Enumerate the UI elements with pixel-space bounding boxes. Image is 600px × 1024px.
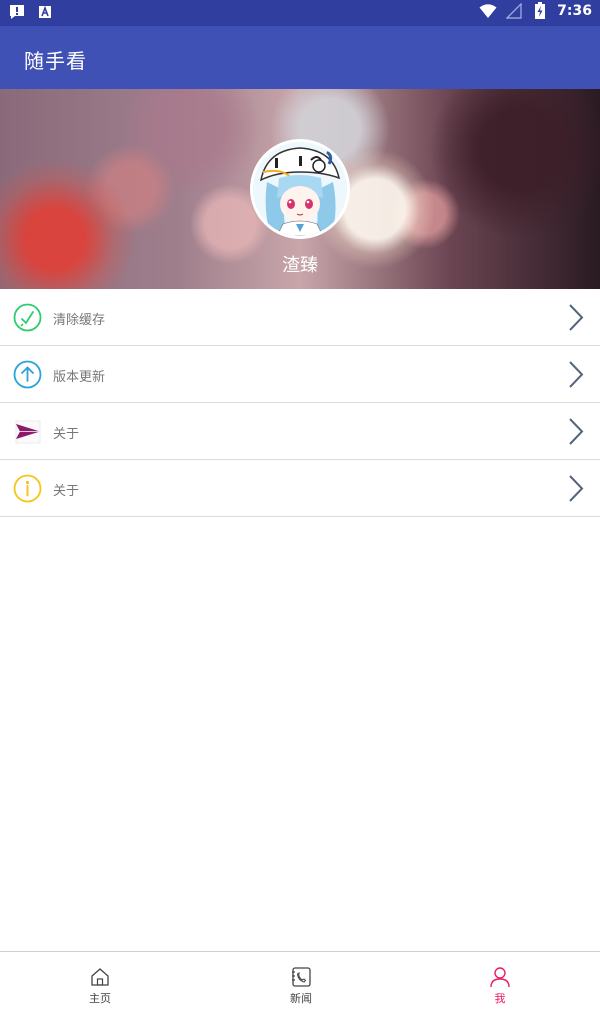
settings-menu: 清除缓存 版本更新 关于 关于	[0, 289, 600, 517]
status-bar: 7:36	[0, 0, 600, 26]
signal-icon	[505, 2, 523, 20]
menu-item-label: 关于	[53, 427, 80, 442]
chevron-right-icon	[568, 474, 584, 503]
broom-icon	[13, 303, 42, 332]
text-a-icon	[36, 3, 54, 21]
nav-label: 新闻	[290, 992, 312, 1005]
nav-me[interactable]: 我	[470, 966, 530, 1006]
home-icon	[91, 968, 109, 986]
profile-banner: 渣臻	[0, 89, 600, 289]
avatar[interactable]	[250, 139, 350, 239]
bottom-navigation: 主页 新闻 我	[0, 951, 600, 1024]
nav-label: 主页	[89, 992, 111, 1005]
person-icon	[490, 967, 510, 988]
chevron-right-icon	[568, 303, 584, 332]
menu-item-about-1[interactable]: 关于	[0, 403, 600, 460]
chevron-right-icon	[568, 360, 584, 389]
menu-item-label: 关于	[53, 484, 80, 499]
wifi-icon	[479, 2, 497, 20]
nav-label: 我	[494, 992, 506, 1005]
battery-icon	[531, 2, 549, 20]
menu-item-clear-cache[interactable]: 清除缓存	[0, 289, 600, 346]
paper-plane-icon	[13, 417, 42, 446]
username: 渣臻	[282, 255, 318, 276]
menu-item-label: 清除缓存	[53, 313, 106, 328]
app-title: 随手看	[24, 49, 87, 73]
arrow-up-circle-icon	[13, 360, 42, 389]
status-time: 7:36	[557, 3, 592, 19]
chevron-right-icon	[568, 417, 584, 446]
info-circle-icon	[13, 474, 42, 503]
menu-item-label: 版本更新	[53, 370, 106, 385]
phone-book-icon	[292, 967, 311, 987]
nav-news[interactable]: 新闻	[271, 966, 331, 1006]
app-bar: 随手看	[0, 26, 600, 89]
alert-icon	[8, 3, 26, 21]
menu-item-version-update[interactable]: 版本更新	[0, 346, 600, 403]
nav-home[interactable]: 主页	[70, 966, 130, 1006]
menu-item-about-2[interactable]: 关于	[0, 460, 600, 517]
